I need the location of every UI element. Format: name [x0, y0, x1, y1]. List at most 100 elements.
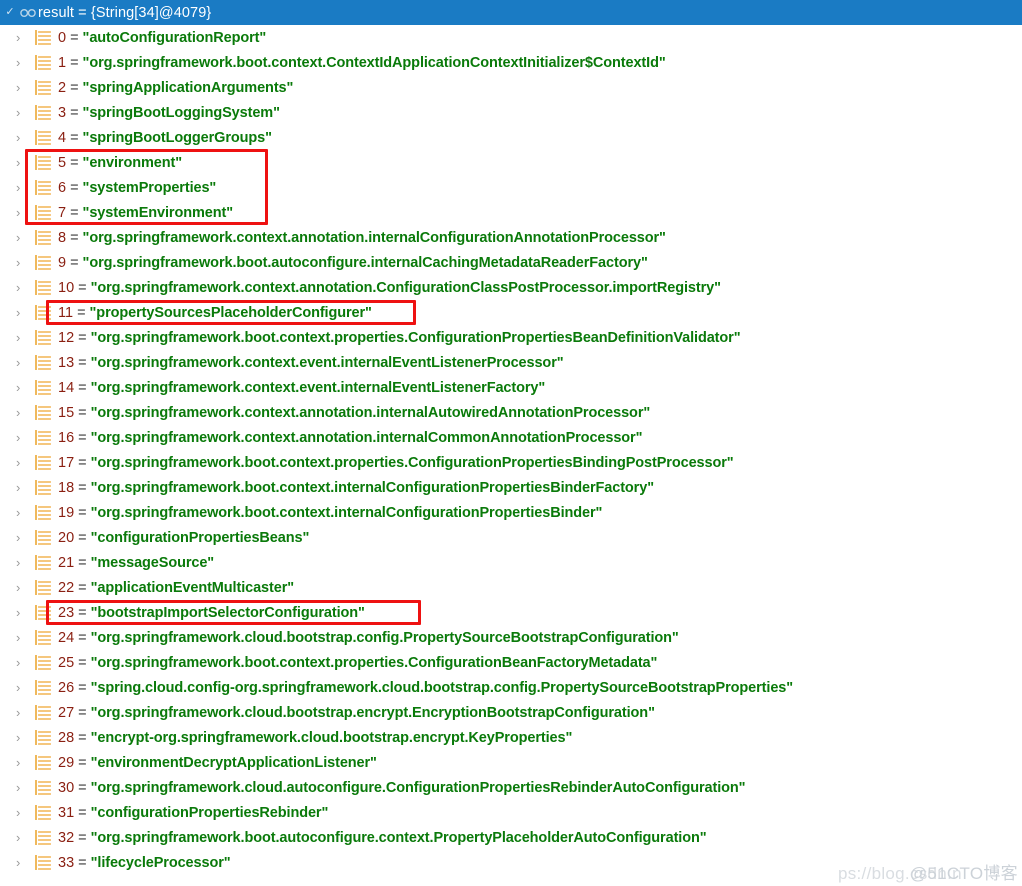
array-element-row[interactable]: › 11 = "propertySourcesPlaceholderConfigure… — [0, 300, 1022, 325]
array-element-row[interactable]: › 26 = "spring.cloud.config-org.springframe… — [0, 675, 1022, 700]
array-element-row[interactable]: › 21 = "messageSource" — [0, 550, 1022, 575]
chevron-right-icon[interactable]: › — [12, 631, 34, 644]
array-element-row[interactable]: › 8 = "org.springframework.context.annotati… — [0, 225, 1022, 250]
glasses-watch-icon — [18, 8, 38, 18]
array-element-row[interactable]: › 15 = "org.springframework.context.annotat… — [0, 400, 1022, 425]
chevron-right-icon[interactable]: › — [12, 356, 34, 369]
array-element-row[interactable]: › 10 = "org.springframework.context.annotat… — [0, 275, 1022, 300]
element-index: 16 — [58, 429, 75, 446]
array-element-row[interactable]: › 12 = "org.springframework.boot.context.pr… — [0, 325, 1022, 350]
array-element-icon — [34, 29, 56, 46]
chevron-right-icon[interactable]: › — [12, 556, 34, 569]
element-value: "org.springframework.context.event.inter… — [90, 379, 546, 396]
equals-sign: = — [78, 429, 87, 446]
array-element-row[interactable]: › 14 = "org.springframework.context.event.i… — [0, 375, 1022, 400]
array-element-row[interactable]: › 25 = "org.springframework.boot.context.pr… — [0, 650, 1022, 675]
array-element-row[interactable]: › 29 = "environmentDecryptApplicationListen… — [0, 750, 1022, 775]
array-element-row[interactable]: › 0 = "autoConfigurationReport" — [0, 25, 1022, 50]
chevron-right-icon[interactable]: › — [12, 306, 34, 319]
element-value: "configurationPropertiesBeans" — [90, 529, 310, 546]
element-value: "systemEnvironment" — [82, 204, 234, 221]
array-element-icon — [34, 304, 56, 321]
chevron-right-icon[interactable]: › — [12, 756, 34, 769]
chevron-right-icon[interactable]: › — [12, 681, 34, 694]
chevron-down-icon[interactable]: ✓ — [2, 7, 18, 18]
chevron-right-icon[interactable]: › — [12, 431, 34, 444]
array-element-row[interactable]: › 16 = "org.springframework.context.annotat… — [0, 425, 1022, 450]
array-element-row[interactable]: › 18 = "org.springframework.boot.context.in… — [0, 475, 1022, 500]
array-element-icon — [34, 279, 56, 296]
array-element-row[interactable]: › 31 = "configurationPropertiesRebinder" — [0, 800, 1022, 825]
element-value: "environment" — [82, 154, 183, 171]
chevron-right-icon[interactable]: › — [12, 581, 34, 594]
array-element-icon — [34, 629, 56, 646]
array-element-row[interactable]: › 1 = "org.springframework.boot.context.Con… — [0, 50, 1022, 75]
array-element-row[interactable]: › 7 = "systemEnvironment" — [0, 200, 1022, 225]
chevron-right-icon[interactable]: › — [12, 106, 34, 119]
chevron-right-icon[interactable]: › — [12, 481, 34, 494]
chevron-right-icon[interactable]: › — [12, 831, 34, 844]
chevron-right-icon[interactable]: › — [12, 606, 34, 619]
chevron-right-icon[interactable]: › — [12, 506, 34, 519]
chevron-right-icon[interactable]: › — [12, 56, 34, 69]
chevron-right-icon[interactable]: › — [12, 256, 34, 269]
array-element-icon — [34, 854, 56, 871]
element-index: 14 — [58, 379, 75, 396]
chevron-right-icon[interactable]: › — [12, 806, 34, 819]
chevron-right-icon[interactable]: › — [12, 181, 34, 194]
array-element-row[interactable]: › 23 = "bootstrapImportSelectorConfiguratio… — [0, 600, 1022, 625]
array-element-row[interactable]: › 24 = "org.springframework.cloud.bootstrap… — [0, 625, 1022, 650]
chevron-right-icon[interactable]: › — [12, 131, 34, 144]
chevron-right-icon[interactable]: › — [12, 456, 34, 469]
equals-sign: = — [78, 829, 87, 846]
element-value: "org.springframework.cloud.bootstrap.con… — [90, 629, 679, 646]
array-element-row[interactable]: › 22 = "applicationEventMulticaster" — [0, 575, 1022, 600]
chevron-right-icon[interactable]: › — [12, 331, 34, 344]
array-element-icon — [34, 179, 56, 196]
array-element-icon — [34, 129, 56, 146]
chevron-right-icon[interactable]: › — [12, 81, 34, 94]
variable-header-row[interactable]: ✓ result = {String[34]@4079} — [0, 0, 1022, 25]
array-elements-list: › 0 = "autoConfigurationReport" › 1 = "org.spri… — [0, 25, 1022, 875]
array-element-icon — [34, 329, 56, 346]
chevron-right-icon[interactable]: › — [12, 406, 34, 419]
chevron-right-icon[interactable]: › — [12, 856, 34, 869]
variable-header-label: result = {String[34]@4079} — [38, 4, 212, 21]
chevron-right-icon[interactable]: › — [12, 781, 34, 794]
chevron-right-icon[interactable]: › — [12, 156, 34, 169]
equals-sign: = — [70, 229, 79, 246]
array-element-row[interactable]: › 3 = "springBootLoggingSystem" — [0, 100, 1022, 125]
element-index: 27 — [58, 704, 75, 721]
array-element-row[interactable]: › 17 = "org.springframework.boot.context.pr… — [0, 450, 1022, 475]
array-element-row[interactable]: › 6 = "systemProperties" — [0, 175, 1022, 200]
array-element-row[interactable]: › 28 = "encrypt-org.springframework.cloud.b… — [0, 725, 1022, 750]
array-element-row[interactable]: › 27 = "org.springframework.cloud.bootstrap… — [0, 700, 1022, 725]
element-value: "org.springframework.context.annotation.… — [90, 279, 721, 296]
element-value: "autoConfigurationReport" — [82, 29, 267, 46]
array-element-icon — [34, 529, 56, 546]
chevron-right-icon[interactable]: › — [12, 531, 34, 544]
chevron-right-icon[interactable]: › — [12, 31, 34, 44]
array-element-row[interactable]: › 4 = "springBootLoggerGroups" — [0, 125, 1022, 150]
element-index: 13 — [58, 354, 75, 371]
chevron-right-icon[interactable]: › — [12, 281, 34, 294]
array-element-icon — [34, 379, 56, 396]
chevron-right-icon[interactable]: › — [12, 706, 34, 719]
array-element-row[interactable]: › 13 = "org.springframework.context.event.i… — [0, 350, 1022, 375]
array-element-icon — [34, 604, 56, 621]
array-element-row[interactable]: › 32 = "org.springframework.boot.autoconfig… — [0, 825, 1022, 850]
array-element-icon — [34, 254, 56, 271]
array-element-row[interactable]: › 30 = "org.springframework.cloud.autoconfi… — [0, 775, 1022, 800]
array-element-row[interactable]: › 9 = "org.springframework.boot.autoconfigu… — [0, 250, 1022, 275]
chevron-right-icon[interactable]: › — [12, 656, 34, 669]
array-element-row[interactable]: › 20 = "configurationPropertiesBeans" — [0, 525, 1022, 550]
chevron-right-icon[interactable]: › — [12, 381, 34, 394]
array-element-row[interactable]: › 2 = "springApplicationArguments" — [0, 75, 1022, 100]
array-element-row[interactable]: › 5 = "environment" — [0, 150, 1022, 175]
chevron-right-icon[interactable]: › — [12, 231, 34, 244]
chevron-right-icon[interactable]: › — [12, 731, 34, 744]
element-index: 8 — [58, 229, 67, 246]
equals-sign: = — [78, 279, 87, 296]
array-element-row[interactable]: › 19 = "org.springframework.boot.context.in… — [0, 500, 1022, 525]
chevron-right-icon[interactable]: › — [12, 206, 34, 219]
